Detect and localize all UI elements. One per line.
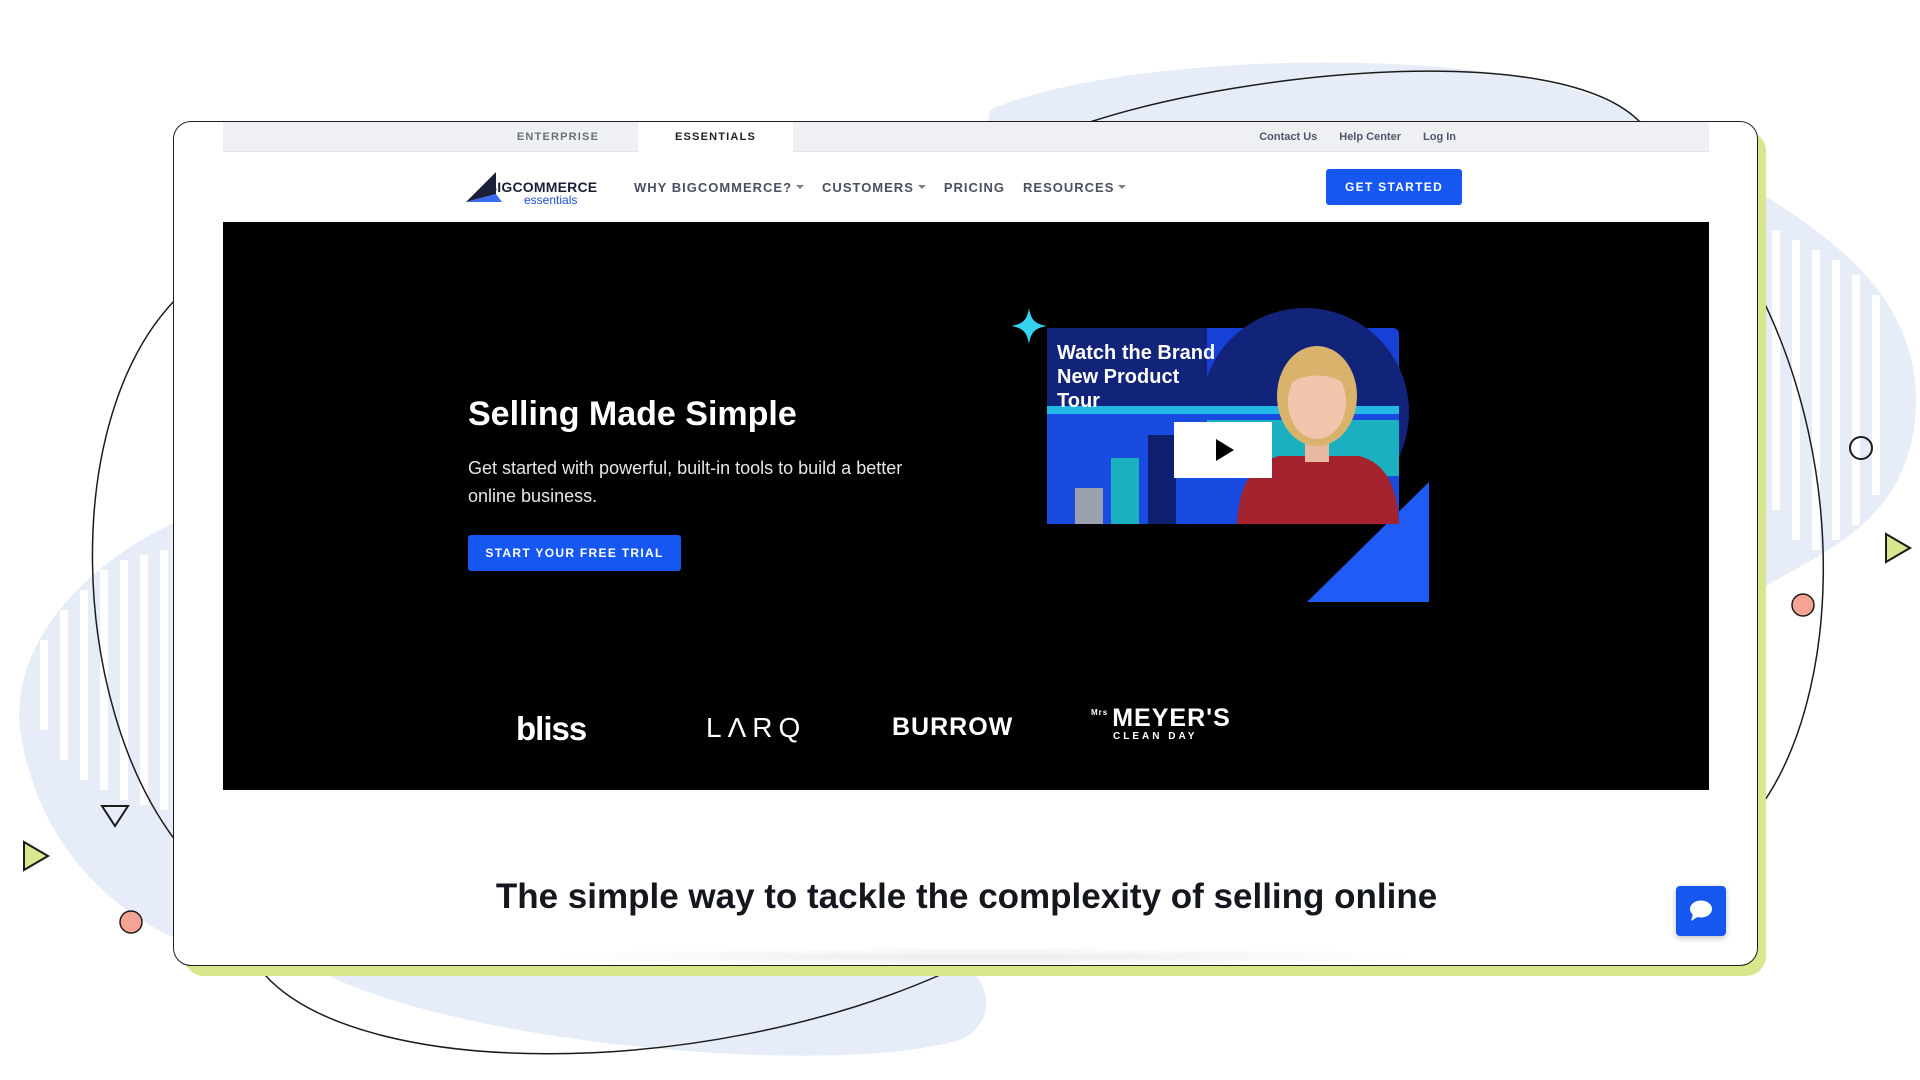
play-icon [1216, 439, 1234, 461]
section-shadow [544, 947, 1424, 965]
section-tagline: The simple way to tackle the complexity … [495, 877, 1438, 916]
triangle-shape-left [23, 840, 50, 872]
sparkle-icon [1011, 308, 1047, 344]
chevron-down-icon [1118, 185, 1127, 189]
brand-logo-meyers: Mrs MEYER'S CLEAN DAY [1091, 704, 1231, 742]
nav-item-label: CUSTOMERS [822, 179, 914, 195]
tab-enterprise[interactable]: ENTERPRISE [478, 122, 638, 152]
chevron-down-icon [917, 185, 926, 189]
nav-item-label: WHY BIGCOMMERCE? [634, 179, 793, 195]
customer-logos: bliss LΛRQ BURROW Mrs MEYER'S CLEAN DAY [223, 702, 1709, 762]
chart-bar-3 [1148, 435, 1176, 524]
hero-subtitle: Get started with powerful, built-in tool… [468, 458, 903, 506]
nav-item-label: RESOURCES [1023, 179, 1115, 195]
chevron-down-icon [796, 185, 805, 189]
peach-dot-left [119, 910, 143, 934]
bigcommerce-logo[interactable]: BIGCOMMERCE essentials [466, 170, 597, 210]
brand-logo-burrow: BURROW [892, 713, 1014, 741]
nav-item-resources[interactable]: RESOURCES [1023, 179, 1127, 195]
nav-item-pricing[interactable]: PRICING [944, 180, 1005, 195]
chat-bubble-icon [1690, 900, 1712, 921]
get-started-button[interactable]: GET STARTED [1326, 169, 1462, 205]
play-button[interactable] [1174, 422, 1272, 478]
help-center-link[interactable]: Help Center [1339, 131, 1401, 143]
meyers-top-line: Mrs MEYER'S [1091, 704, 1231, 733]
brand-logo-larq: LΛRQ [706, 712, 807, 743]
main-nav: BIGCOMMERCE essentials WHY BIGCOMMERCE? … [174, 152, 1757, 222]
product-tour-video[interactable]: Watch the Brand New Product Tour [1005, 302, 1475, 602]
chat-button[interactable] [1676, 886, 1726, 936]
nav-menu: WHY BIGCOMMERCE? CUSTOMERS PRICING RESOU… [634, 152, 1127, 222]
contact-us-link[interactable]: Contact Us [1259, 131, 1317, 143]
nav-item-why-bigcommerce[interactable]: WHY BIGCOMMERCE? [634, 179, 805, 195]
chart-bar-2 [1111, 458, 1139, 524]
meyers-name: MEYER'S [1112, 704, 1231, 732]
peach-dot-right [1791, 593, 1815, 617]
start-free-trial-button[interactable]: START YOUR FREE TRIAL [468, 535, 681, 571]
browser-frame: ENTERPRISE ESSENTIALS Contact Us Help Ce… [173, 121, 1758, 966]
nav-item-customers[interactable]: CUSTOMERS [822, 180, 926, 195]
hero-title: Selling Made Simple [468, 395, 797, 433]
log-in-link[interactable]: Log In [1423, 131, 1456, 143]
video-title: Watch the Brand New Product Tour [1057, 342, 1216, 412]
tab-essentials[interactable]: ESSENTIALS [638, 122, 793, 152]
utility-links: Contact Us Help Center Log In [1259, 122, 1456, 152]
brand-logo-bliss: bliss [516, 710, 587, 747]
triangle-shape-right [1885, 532, 1912, 564]
meyers-prefix: Mrs [1091, 708, 1109, 717]
utility-bar: ENTERPRISE ESSENTIALS Contact Us Help Ce… [223, 122, 1709, 152]
nav-item-label: PRICING [943, 179, 1006, 195]
logo-subtext: essentials [524, 193, 578, 207]
hero-section: Selling Made Simple Get started with pow… [223, 222, 1709, 790]
chart-bar-1 [1075, 488, 1103, 524]
screenshot-stage: ENTERPRISE ESSENTIALS Contact Us Help Ce… [0, 0, 1920, 1080]
